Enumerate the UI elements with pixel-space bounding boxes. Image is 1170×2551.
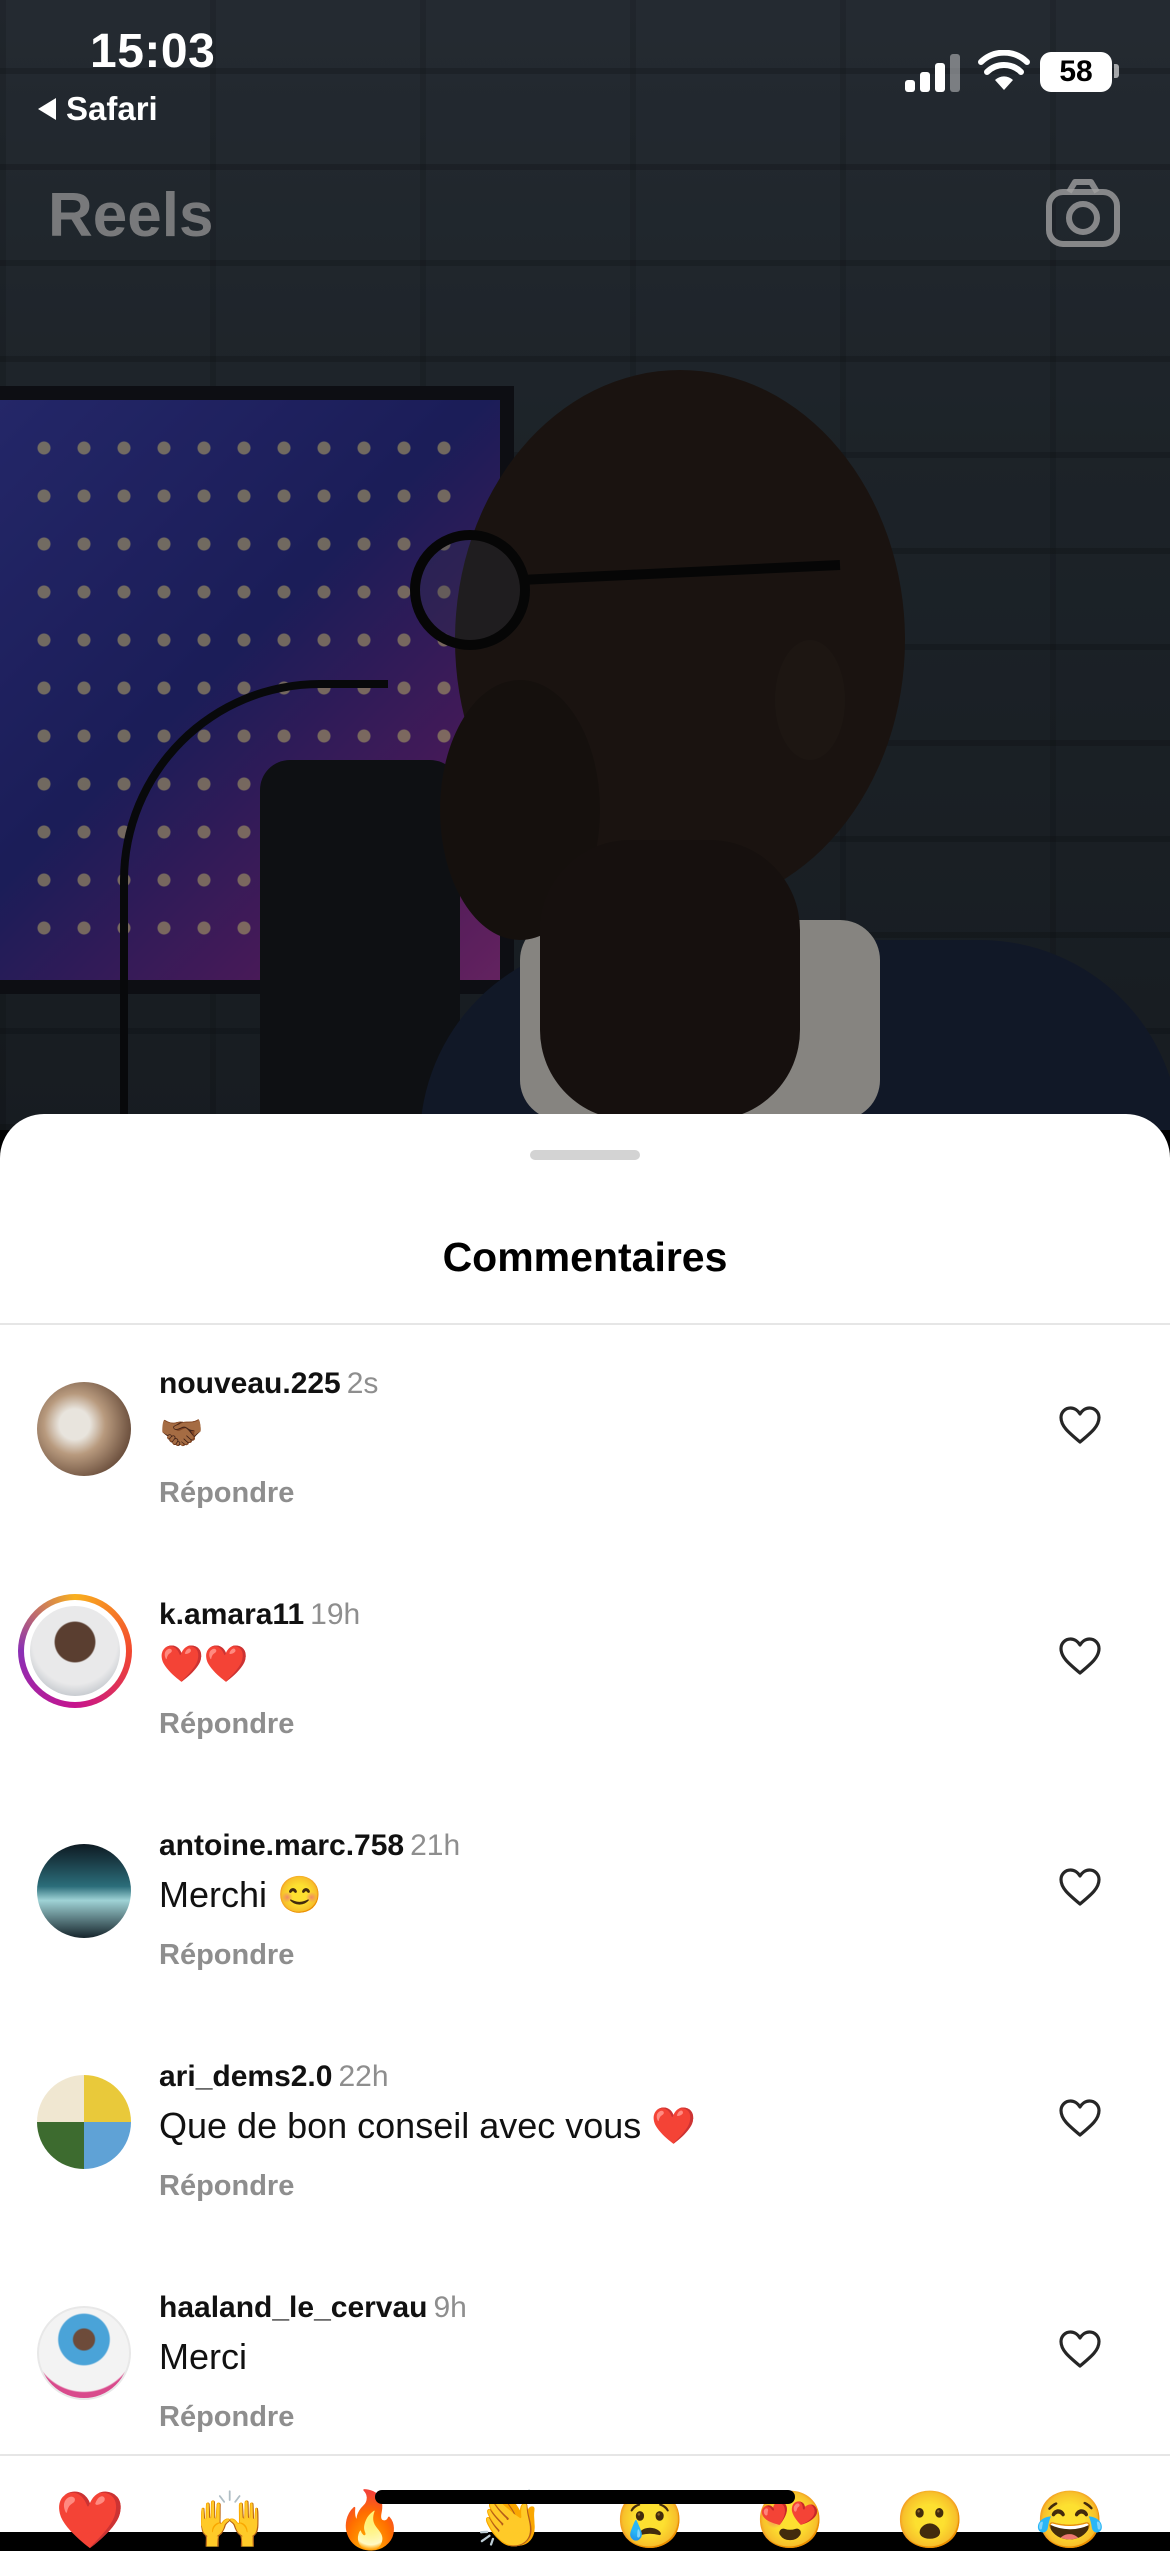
avatar[interactable]: [37, 2075, 131, 2169]
divider: [0, 2454, 1170, 2456]
reel-video-frame[interactable]: [0, 0, 1170, 1130]
emoji-button[interactable]: 🙌: [195, 2490, 265, 2550]
avatar[interactable]: [37, 1844, 131, 1938]
like-heart-icon[interactable]: [1058, 2098, 1102, 2138]
sheet-grabber[interactable]: [530, 1150, 640, 1160]
comment-time: 9h: [433, 2291, 467, 2324]
comment-username[interactable]: antoine.marc.758: [159, 1829, 404, 1862]
like-heart-icon[interactable]: [1058, 1636, 1102, 1676]
cellular-signal-icon: [905, 52, 961, 92]
like-heart-icon[interactable]: [1058, 2329, 1102, 2369]
comment-time: 22h: [338, 2060, 389, 2093]
battery-icon: 58: [1040, 52, 1112, 92]
comment-item: ari_dems2.0 22h Que de bon conseil avec v…: [0, 2060, 1170, 2291]
status-bar: 15:03 Safari 58: [0, 0, 1170, 130]
back-to-safari-button[interactable]: Safari: [38, 90, 158, 128]
reply-button[interactable]: Répondre: [159, 2401, 1019, 2434]
avatar[interactable]: [37, 1382, 131, 1476]
divider: [0, 1323, 1170, 1325]
sheet-title: Commentaires: [442, 1234, 728, 1280]
avatar-with-story-ring[interactable]: [18, 1594, 132, 1708]
reply-button[interactable]: Répondre: [159, 1708, 1019, 1741]
camera-icon[interactable]: [1045, 178, 1121, 248]
reply-button[interactable]: Répondre: [159, 2170, 1019, 2203]
emoji-button[interactable]: 😮: [895, 2490, 965, 2550]
wifi-icon: [978, 50, 1030, 90]
reply-button[interactable]: Répondre: [159, 1939, 1019, 1972]
like-heart-icon[interactable]: [1058, 1405, 1102, 1445]
emoji-button[interactable]: 😂: [1035, 2490, 1105, 2550]
reels-title: Reels: [48, 181, 214, 250]
comment-time: 2s: [346, 1367, 379, 1400]
comment-time: 19h: [310, 1598, 361, 1631]
comment-item: k.amara11 19h ❤️❤️ Répondre: [0, 1594, 1170, 1829]
comment-item: nouveau.225 2s 🤝🏾 Répondre: [0, 1367, 1170, 1598]
comments-sheet: Commentaires nouveau.225 2s 🤝🏾 Répondre k…: [0, 1114, 1170, 2532]
avatar[interactable]: [37, 2306, 131, 2400]
home-indicator[interactable]: [375, 2490, 795, 2504]
comment-text: Merci: [159, 2336, 247, 2377]
comment-text: Merchi 😊: [159, 1874, 322, 1915]
reply-button[interactable]: Répondre: [159, 1477, 1019, 1510]
comment-text: 🤝🏾: [159, 1412, 204, 1453]
comment-time: 21h: [410, 1829, 461, 1862]
back-app-label: Safari: [66, 90, 158, 127]
comment-username[interactable]: k.amara11: [159, 1598, 304, 1631]
comment-item: haaland_le_cervau 9h Merci Répondre: [0, 2291, 1170, 2522]
comment-text: ❤️❤️: [159, 1643, 249, 1684]
status-time: 15:03: [90, 25, 216, 78]
comment-username[interactable]: haaland_le_cervau: [159, 2291, 428, 2324]
like-heart-icon[interactable]: [1058, 1867, 1102, 1907]
comment-item: antoine.marc.758 21h Merchi 😊 Répondre: [0, 1829, 1170, 2060]
emoji-button[interactable]: ❤️: [55, 2490, 125, 2550]
back-arrow-icon: [38, 98, 56, 120]
comment-username[interactable]: nouveau.225: [159, 1367, 341, 1400]
comment-text: Que de bon conseil avec vous ❤️: [159, 2105, 697, 2146]
comment-username[interactable]: ari_dems2.0: [159, 2060, 332, 2093]
